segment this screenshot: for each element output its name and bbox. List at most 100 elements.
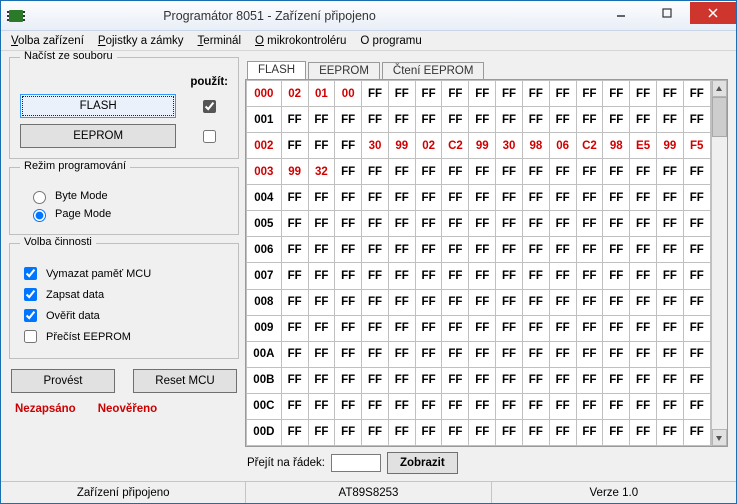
- hex-cell[interactable]: FF: [576, 81, 603, 107]
- hex-cell[interactable]: FF: [549, 107, 576, 133]
- load-eeprom-button[interactable]: EEPROM: [20, 124, 176, 148]
- hex-cell[interactable]: 30: [496, 133, 523, 159]
- hex-cell[interactable]: FF: [683, 159, 710, 185]
- menu-device[interactable]: Volba zařízení: [7, 34, 88, 48]
- goto-input[interactable]: [331, 454, 381, 472]
- hex-cell[interactable]: FF: [335, 185, 362, 211]
- hex-cell[interactable]: FF: [415, 315, 442, 341]
- hex-cell[interactable]: FF: [442, 81, 469, 107]
- hex-cell[interactable]: FF: [281, 315, 308, 341]
- menu-about-mcu[interactable]: O mikrokontroléru: [251, 34, 350, 48]
- use-eeprom-checkbox[interactable]: [203, 130, 216, 143]
- hex-cell[interactable]: 98: [603, 133, 630, 159]
- hex-cell[interactable]: FF: [335, 159, 362, 185]
- hex-cell[interactable]: FF: [630, 237, 657, 263]
- hex-cell[interactable]: 99: [469, 133, 496, 159]
- hex-cell[interactable]: FF: [388, 81, 415, 107]
- hex-cell[interactable]: FF: [362, 393, 389, 419]
- hex-cell[interactable]: FF: [281, 289, 308, 315]
- hex-cell[interactable]: FF: [469, 185, 496, 211]
- reset-mcu-button[interactable]: Reset MCU: [133, 369, 237, 393]
- hex-cell[interactable]: FF: [603, 263, 630, 289]
- hex-cell[interactable]: FF: [630, 185, 657, 211]
- hex-cell[interactable]: FF: [630, 211, 657, 237]
- hex-cell[interactable]: FF: [576, 367, 603, 393]
- hex-cell[interactable]: FF: [442, 159, 469, 185]
- hex-cell[interactable]: FF: [683, 393, 710, 419]
- hex-cell[interactable]: FF: [603, 81, 630, 107]
- hex-cell[interactable]: FF: [522, 81, 549, 107]
- hex-cell[interactable]: FF: [603, 185, 630, 211]
- byte-mode-radio[interactable]: [33, 191, 46, 204]
- hex-cell[interactable]: FF: [362, 367, 389, 393]
- hex-cell[interactable]: FF: [576, 289, 603, 315]
- hex-cell[interactable]: FF: [549, 341, 576, 367]
- hex-cell[interactable]: FF: [415, 237, 442, 263]
- hex-cell[interactable]: FF: [496, 237, 523, 263]
- hex-cell[interactable]: FF: [442, 107, 469, 133]
- hex-cell[interactable]: FF: [281, 237, 308, 263]
- hex-cell[interactable]: FF: [469, 81, 496, 107]
- hex-cell[interactable]: FF: [522, 367, 549, 393]
- write-checkbox[interactable]: [24, 288, 37, 301]
- hex-cell[interactable]: FF: [630, 289, 657, 315]
- hex-cell[interactable]: FF: [335, 419, 362, 445]
- hex-cell[interactable]: FF: [496, 81, 523, 107]
- hex-cell[interactable]: FF: [281, 419, 308, 445]
- hex-cell[interactable]: FF: [281, 133, 308, 159]
- hex-cell[interactable]: FF: [469, 393, 496, 419]
- hex-cell[interactable]: FF: [549, 159, 576, 185]
- hex-cell[interactable]: FF: [630, 315, 657, 341]
- hex-cell[interactable]: FF: [683, 289, 710, 315]
- hex-cell[interactable]: FF: [496, 419, 523, 445]
- menu-fuses[interactable]: Pojistky a zámky: [94, 34, 188, 48]
- hex-cell[interactable]: 99: [388, 133, 415, 159]
- hex-cell[interactable]: FF: [388, 185, 415, 211]
- hex-cell[interactable]: FF: [388, 419, 415, 445]
- hex-cell[interactable]: FF: [603, 315, 630, 341]
- use-flash-checkbox[interactable]: [203, 100, 216, 113]
- hex-cell[interactable]: FF: [415, 211, 442, 237]
- goto-button[interactable]: Zobrazit: [387, 452, 458, 474]
- hex-cell[interactable]: FF: [469, 237, 496, 263]
- hex-cell[interactable]: FF: [683, 237, 710, 263]
- hex-cell[interactable]: 01: [308, 81, 335, 107]
- hex-cell[interactable]: FF: [308, 133, 335, 159]
- hex-cell[interactable]: FF: [442, 289, 469, 315]
- hex-cell[interactable]: FF: [576, 419, 603, 445]
- hex-cell[interactable]: FF: [388, 315, 415, 341]
- hex-cell[interactable]: FF: [415, 107, 442, 133]
- hex-cell[interactable]: FF: [522, 341, 549, 367]
- hex-cell[interactable]: FF: [308, 393, 335, 419]
- hex-cell[interactable]: FF: [415, 81, 442, 107]
- hex-cell[interactable]: FF: [496, 367, 523, 393]
- hex-cell[interactable]: FF: [415, 185, 442, 211]
- close-button[interactable]: [690, 2, 736, 24]
- erase-checkbox[interactable]: [24, 267, 37, 280]
- hex-cell[interactable]: FF: [308, 107, 335, 133]
- hex-cell[interactable]: FF: [442, 315, 469, 341]
- hex-cell[interactable]: FF: [630, 341, 657, 367]
- hex-cell[interactable]: FF: [469, 315, 496, 341]
- hex-cell[interactable]: FF: [362, 159, 389, 185]
- hex-cell[interactable]: FF: [388, 159, 415, 185]
- hex-cell[interactable]: FF: [656, 211, 683, 237]
- maximize-button[interactable]: [644, 2, 690, 24]
- hex-cell[interactable]: FF: [442, 341, 469, 367]
- hex-cell[interactable]: FF: [522, 237, 549, 263]
- hex-cell[interactable]: FF: [549, 211, 576, 237]
- hex-cell[interactable]: FF: [656, 341, 683, 367]
- hex-cell[interactable]: FF: [576, 159, 603, 185]
- hex-cell[interactable]: FF: [362, 289, 389, 315]
- hex-cell[interactable]: FF: [603, 367, 630, 393]
- hex-cell[interactable]: FF: [603, 289, 630, 315]
- hex-cell[interactable]: FF: [281, 367, 308, 393]
- hex-cell[interactable]: FF: [388, 367, 415, 393]
- hex-cell[interactable]: FF: [683, 107, 710, 133]
- hex-cell[interactable]: FF: [415, 419, 442, 445]
- execute-button[interactable]: Provést: [11, 369, 115, 393]
- hex-cell[interactable]: FF: [442, 185, 469, 211]
- hex-cell[interactable]: FF: [576, 237, 603, 263]
- hex-cell[interactable]: FF: [576, 185, 603, 211]
- menu-about[interactable]: O programu: [356, 34, 425, 48]
